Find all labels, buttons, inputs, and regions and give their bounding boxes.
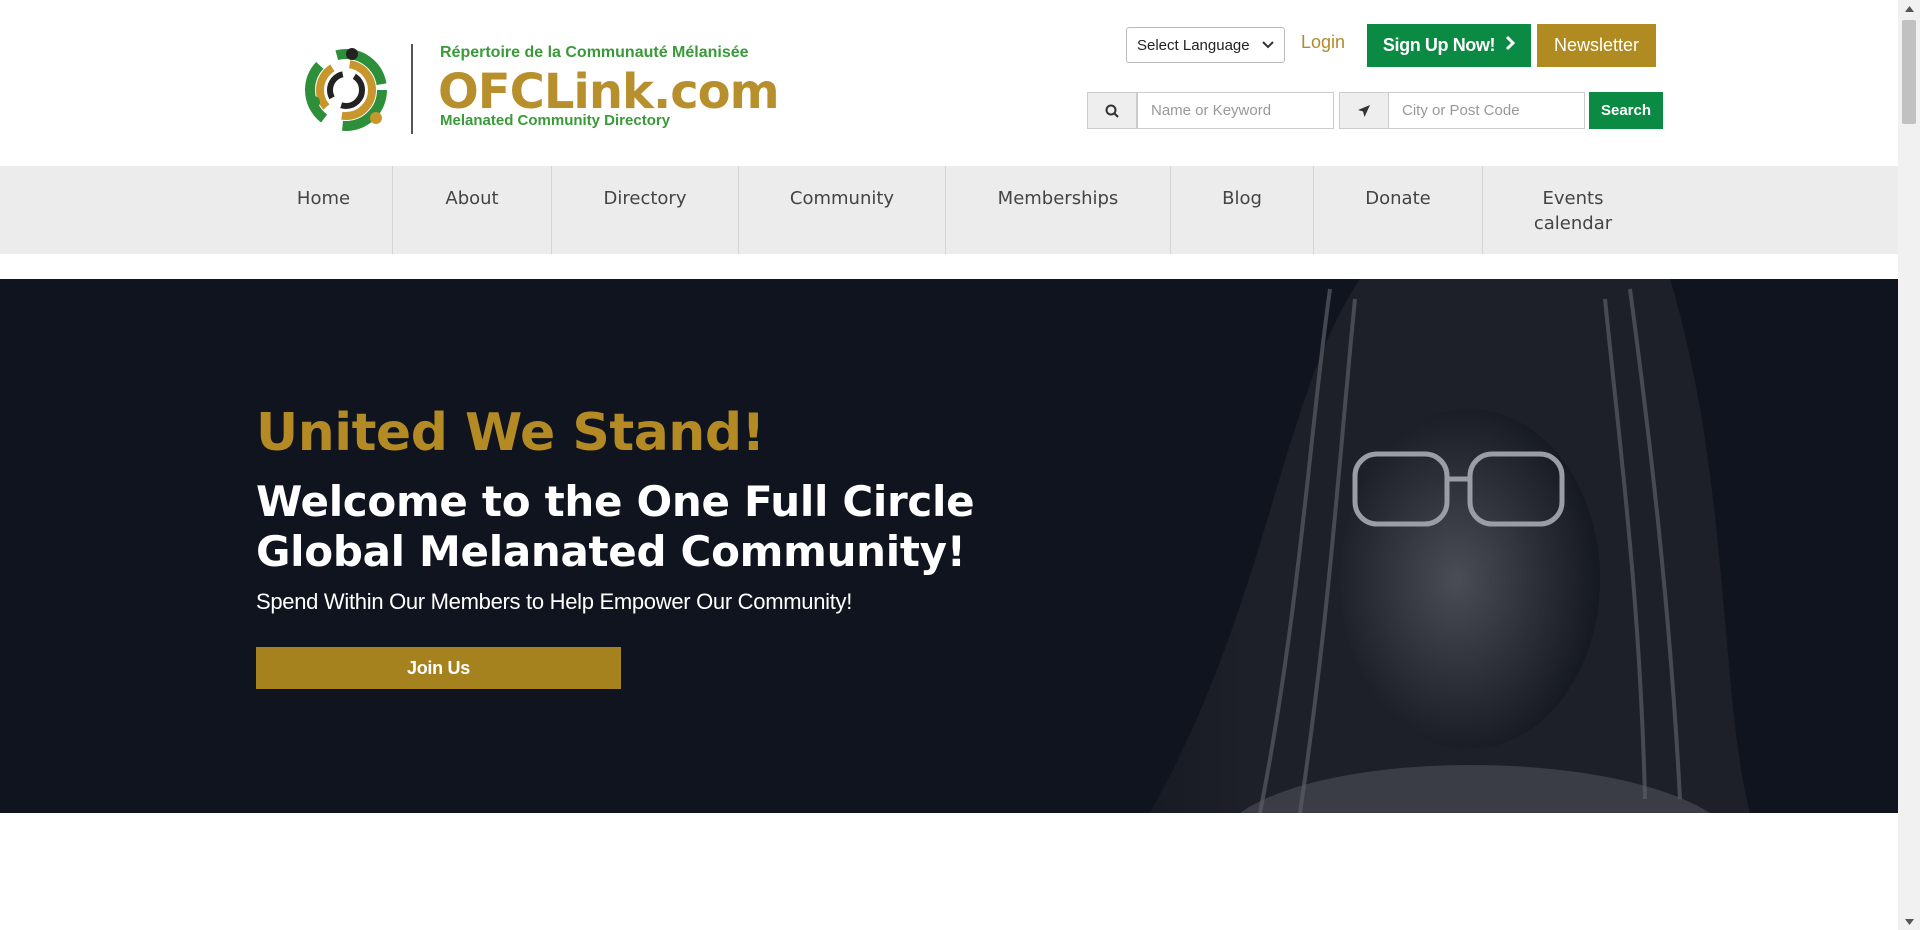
nav-item-directory[interactable]: Directory [552,166,738,254]
logo-divider [411,44,413,134]
chevron-down-icon [1262,38,1274,52]
scrollbar-thumb[interactable] [1902,20,1916,124]
location-arrow-icon [1339,92,1389,129]
logo-mark-icon [305,48,387,131]
logo-tagline-en: Melanated Community Directory [440,112,671,129]
sign-up-label: Sign Up Now! [1382,35,1496,55]
hero-tagline: United We Stand! [256,403,765,463]
nav-item-blog[interactable]: Blog [1171,166,1313,254]
vertical-scrollbar[interactable] [1898,0,1920,930]
main-nav: Home About Directory Community Membershi… [0,166,1898,254]
site-header: Répertoire de la Communauté Mélanisée OF… [0,0,1898,166]
language-select[interactable]: Select Language [1126,27,1285,63]
nav-item-home[interactable]: Home [255,166,392,254]
sign-up-button[interactable]: Sign Up Now! [1367,24,1531,67]
search-icon [1087,92,1137,129]
join-us-button[interactable]: Join Us [256,647,621,689]
logo-tagline-fr: Répertoire de la Communauté Mélanisée [440,44,749,61]
site-logo[interactable]: Répertoire de la Communauté Mélanisée OF… [300,36,780,140]
newsletter-button[interactable]: Newsletter [1537,24,1656,67]
nav-item-donate[interactable]: Donate [1314,166,1482,254]
location-input[interactable]: City or Post Code [1388,92,1585,129]
scroll-down-icon[interactable] [1898,913,1920,930]
page: Répertoire de la Communauté Mélanisée OF… [0,0,1898,930]
chevron-right-icon [1505,35,1516,56]
hero-portrait-image [1030,279,1898,813]
nav-item-memberships[interactable]: Memberships [946,166,1170,254]
scroll-up-icon[interactable] [1898,0,1920,17]
nav-item-events-calendar[interactable]: Events calendar [1483,166,1663,254]
nav-item-about[interactable]: About [393,166,551,254]
hero-title: Welcome to the One Full Circle Global Me… [256,477,975,576]
hero-banner: United We Stand! Welcome to the One Full… [0,279,1898,813]
keyword-input[interactable]: Name or Keyword [1137,92,1334,129]
hero-subtitle: Spend Within Our Members to Help Empower… [256,589,853,614]
search-button[interactable]: Search [1589,92,1663,129]
language-select-value: Select Language [1137,36,1250,54]
login-link[interactable]: Login [1301,32,1345,53]
nav-item-community[interactable]: Community [739,166,945,254]
